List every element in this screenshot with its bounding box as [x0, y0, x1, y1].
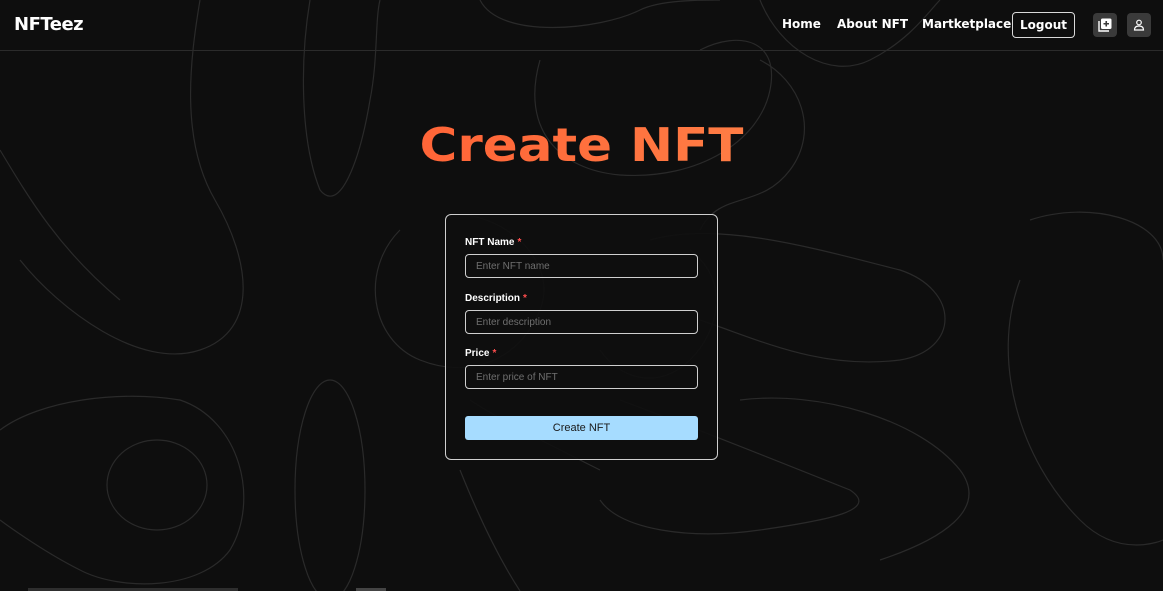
add-square-icon: [1098, 18, 1112, 32]
price-input[interactable]: [465, 365, 698, 389]
price-label-text: Price: [465, 348, 490, 359]
nav-about-link[interactable]: About NFT: [837, 17, 908, 31]
nft-name-label-text: NFT Name: [465, 237, 515, 248]
nft-name-input[interactable]: [465, 254, 698, 278]
required-marker: *: [492, 348, 497, 359]
nav-home-link[interactable]: Home: [782, 17, 821, 31]
profile-icon-button[interactable]: [1127, 13, 1151, 37]
brand-logo[interactable]: NFTeez: [14, 14, 84, 35]
description-label-text: Description: [465, 293, 521, 304]
required-marker: *: [523, 293, 527, 304]
description-label: Description *: [465, 293, 527, 304]
page: NFTeez Home About NFT Martketplace Logou…: [0, 0, 1163, 591]
price-label: Price *: [465, 348, 496, 359]
create-nft-form: NFT Name* Description* Price* Create NFT: [445, 214, 718, 460]
page-title: Create NFT: [0, 118, 1163, 172]
logout-button[interactable]: Logout: [1012, 12, 1075, 38]
create-nft-submit-button[interactable]: Create NFT: [465, 416, 698, 440]
required-marker: *: [517, 237, 522, 248]
user-icon: [1133, 19, 1145, 31]
description-input[interactable]: [465, 310, 698, 334]
nft-name-label: NFT Name *: [465, 237, 521, 248]
create-nft-icon-button[interactable]: [1093, 13, 1117, 37]
nav-marketplace-link[interactable]: Martketplace: [922, 17, 1011, 31]
navbar: NFTeez Home About NFT Martketplace Logou…: [0, 0, 1163, 51]
